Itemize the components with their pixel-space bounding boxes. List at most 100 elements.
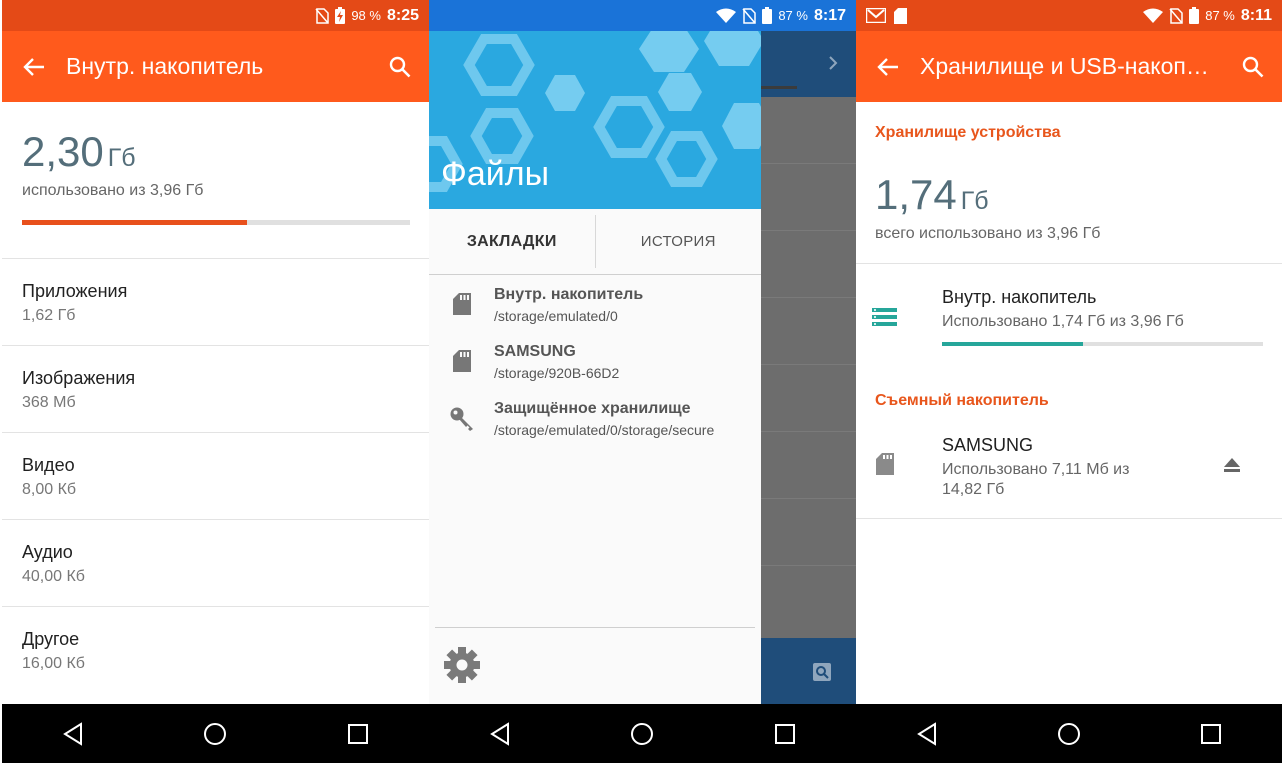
nav-back-button[interactable] [897,704,957,763]
app-bar: Внутр. накопитель [2,31,429,102]
nav-back-button[interactable] [470,704,530,763]
nav-recents-button[interactable] [328,704,388,763]
nav-back-button[interactable] [43,704,103,763]
list-divider [761,565,856,566]
volume-name: SAMSUNG [942,435,1034,455]
page-title: Хранилище и USB-накопители [920,53,1224,79]
square-recents-icon [347,723,368,744]
navigation-bar [2,704,429,763]
nav-recents-button[interactable] [755,704,815,763]
wifi-icon [1143,8,1164,23]
used-unit: Гб [107,144,136,172]
category-label: Видео [22,455,75,475]
sd-card-icon [452,350,471,372]
volume-internal-storage[interactable]: Внутр. накопитель Использовано 1,74 Гб и… [856,264,1282,372]
bookmark-name: Внутр. накопитель [494,286,644,303]
nav-home-button[interactable] [185,704,245,763]
nav-recents-button[interactable] [1181,704,1241,763]
sd-card-icon [876,453,894,475]
section-header-device: Хранилище устройства [875,124,1061,141]
bookmark-name: Защищённое хранилище [494,400,691,417]
category-size: 8,00 Кб [22,481,77,498]
category-item-audio[interactable]: Аудио 40,00 Кб [2,519,429,606]
bookmark-secure-storage[interactable]: Защищённое хранилище /storage/emulated/0… [429,391,761,448]
status-bar: 87 % 8:11 [856,0,1282,31]
category-label: Аудио [22,542,73,562]
list-divider [761,498,856,499]
bookmark-samsung[interactable]: SAMSUNG /storage/920B-66D2 [429,334,761,391]
arrow-back-icon [877,57,898,76]
category-item-other[interactable]: Другое 16,00 Кб [2,606,429,693]
dimmed-background[interactable] [761,31,856,704]
eject-button[interactable] [1214,450,1250,480]
volume-progress-fill [942,342,1084,346]
dimmed-toolbar [761,31,856,97]
no-sim-icon [315,7,330,24]
volume-usage: Использовано 7,11 Мб из 14,82 Гб [942,460,1129,500]
clock: 8:17 [813,6,846,24]
volume-progress-bar [942,342,1263,346]
search-button[interactable] [1224,31,1282,102]
tab-bookmarks[interactable]: ЗАКЛАДКИ [429,209,595,274]
bookmark-path: /storage/emulated/0 [494,308,618,324]
square-recents-icon [774,723,795,744]
category-size: 40,00 Кб [22,568,85,585]
triangle-back-icon [490,721,510,746]
battery-icon [1189,7,1200,24]
eject-icon [1224,458,1240,472]
chevron-right-icon [829,56,838,70]
no-sim-icon [1169,7,1183,24]
nav-home-button[interactable] [612,704,672,763]
bookmark-list: Внутр. накопитель /storage/emulated/0 SA… [429,277,761,448]
drawer-tabs: ЗАКЛАДКИ ИСТОРИЯ [429,209,761,275]
drawer-header: Файлы [429,31,761,209]
category-item-video[interactable]: Видео 8,00 Кб [2,432,429,519]
circle-home-icon [631,722,654,745]
storage-icon [872,308,897,326]
nav-home-button[interactable] [1039,704,1099,763]
navigation-bar [429,704,856,763]
category-item-apps[interactable]: Приложения 1,62 Гб [2,258,429,345]
total-used-of: всего использовано из 3,96 Гб [875,225,1101,242]
app-bar: Хранилище и USB-накопители [856,31,1282,102]
battery-charging-icon [335,7,346,24]
key-icon [450,407,473,431]
clock: 8:25 [386,6,419,24]
sd-card-icon [894,7,907,24]
triangle-back-icon [63,721,83,746]
volume-usage-line2: 14,82 Гб [942,481,1005,498]
bookmark-path: /storage/emulated/0/storage/secure [494,422,715,438]
battery-level: 98 % [351,8,381,23]
usage-progress-fill [22,220,248,225]
category-label: Изображения [22,368,136,388]
back-button[interactable] [856,31,920,102]
volume-samsung[interactable]: SAMSUNG Использовано 7,11 Мб из 14,82 Гб [856,420,1282,518]
category-label: Другое [22,629,80,649]
category-item-images[interactable]: Изображения 368 Мб [2,345,429,432]
volume-usage: Использовано 1,74 Гб из 3,96 Гб [942,313,1184,330]
tab-history[interactable]: ИСТОРИЯ [596,209,762,274]
circle-home-icon [1058,722,1080,745]
section-header-removable: Съемный накопитель [875,392,1049,409]
category-size: 16,00 Кб [22,655,85,672]
navigation-drawer: Файлы ЗАКЛАДКИ ИСТОРИЯ Внутр. накопитель… [429,31,761,704]
settings-button[interactable] [443,646,481,689]
circle-home-icon [204,722,227,745]
list-divider [761,364,856,365]
list-divider [761,431,856,432]
dimmed-bottom-bar [761,638,856,704]
image-search-icon [813,663,831,681]
gear-icon [444,647,480,683]
category-list: Приложения 1,62 Гб Изображения 368 Мб Ви… [2,258,429,693]
back-button[interactable] [2,31,66,102]
usage-progress-bar [22,220,410,225]
search-button[interactable] [371,31,429,102]
volume-usage-line1: Использовано 7,11 Мб из [942,461,1130,478]
used-unit: Гб [960,187,989,215]
notification-icons [866,7,907,24]
bookmark-internal-storage[interactable]: Внутр. накопитель /storage/emulated/0 [429,277,761,334]
triangle-back-icon [917,721,936,746]
battery-level: 87 % [1205,8,1235,23]
navigation-bar [856,704,1282,763]
used-number: 2,30 [22,128,104,175]
